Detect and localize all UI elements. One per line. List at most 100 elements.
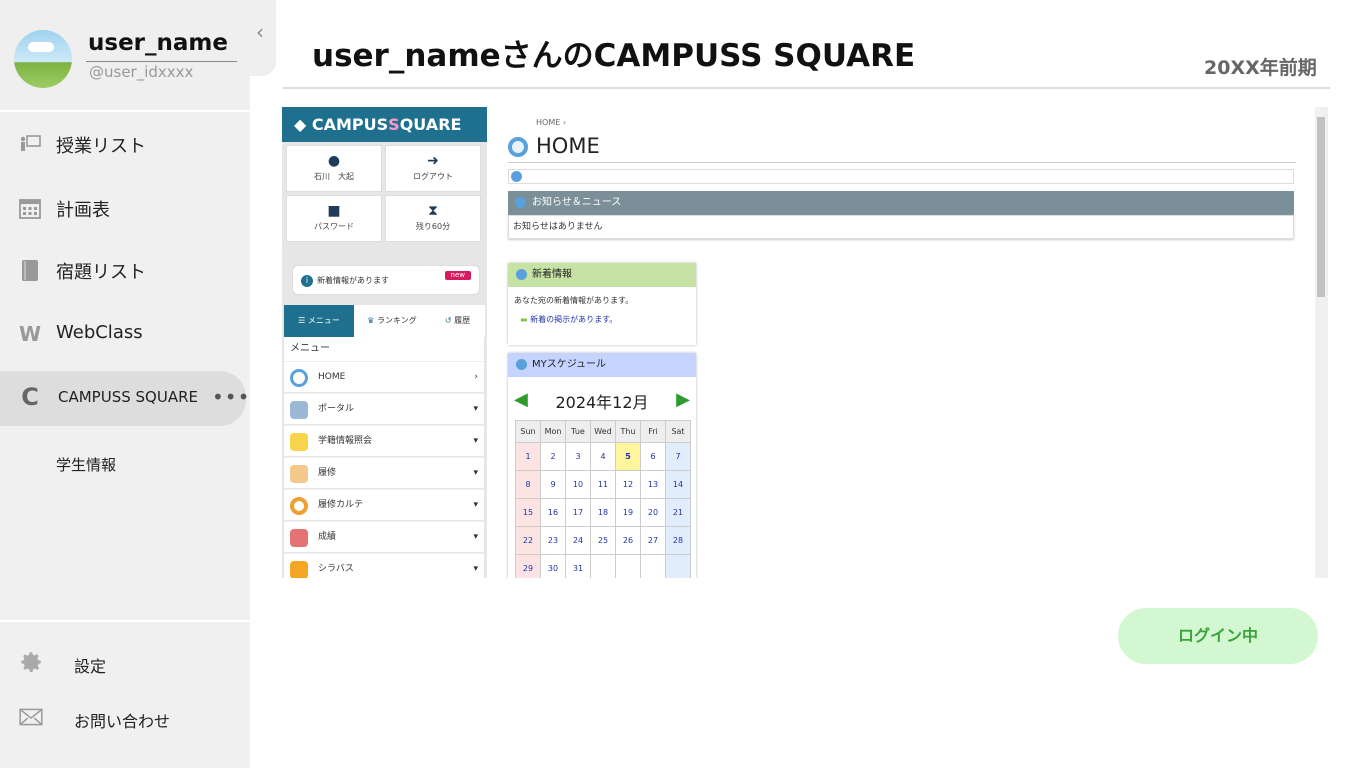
sidebar-item-contact[interactable]: お問い合わせ: [0, 698, 250, 738]
calendar-day[interactable]: 20: [640, 498, 666, 527]
calendar-day-header: Wed: [590, 420, 616, 443]
title-divider: [283, 87, 1330, 89]
calendar-day: [665, 554, 691, 578]
cs-logout-tile[interactable]: ➜ ログアウト: [385, 145, 481, 192]
info-icon: [515, 197, 526, 208]
calendar-day[interactable]: 29: [515, 554, 541, 578]
cs-tile-label: ログアウト: [413, 172, 453, 181]
calendar-day: [615, 554, 641, 578]
cs-user-tile[interactable]: ● 石川 大起: [286, 145, 382, 192]
calendar-day[interactable]: 9: [540, 470, 566, 499]
more-options-icon[interactable]: •••: [212, 385, 250, 409]
sidebar-item-webclass[interactable]: W WebClass: [0, 310, 250, 358]
sidebar-item-homework[interactable]: 宿題リスト: [0, 246, 250, 294]
arrow-right-icon[interactable]: ▶: [676, 389, 690, 410]
calendar-day[interactable]: 11: [590, 470, 616, 499]
calendar-day[interactable]: 13: [640, 470, 666, 499]
tab-ranking[interactable]: ♛ ランキング: [354, 305, 430, 337]
cs-schedule-header: MYスケジュール: [508, 353, 696, 377]
cs-menu-item-student-record[interactable]: 学籍情報照会 ▾: [284, 425, 484, 456]
calendar-day[interactable]: 26: [615, 526, 641, 555]
cs-timer-tile[interactable]: ⧗ 残り60分: [385, 195, 481, 242]
lock-icon: ■: [327, 203, 341, 219]
calendar-day: [640, 554, 666, 578]
calendar-day[interactable]: 1: [515, 442, 541, 471]
calendar-day[interactable]: 14: [665, 470, 691, 499]
sidebar-subitem-student-info[interactable]: 学生情報: [56, 454, 116, 475]
cs-new-info-notice[interactable]: i 新着情報があります new: [292, 265, 480, 295]
calendar-header-row: Sun Mon Tue Wed Thu Fri Sat: [515, 420, 691, 443]
calendar-month: 2024年12月: [555, 393, 649, 412]
calendar-day[interactable]: 12: [615, 470, 641, 499]
calendar-week-row: 15 16 17 18 19 20 21: [515, 498, 691, 527]
login-status-button[interactable]: ログイン中: [1118, 608, 1318, 664]
cs-menu-item-syllabus[interactable]: シラバス ▾: [284, 553, 484, 578]
calendar-week-row: 22 23 24 25 26 27 28: [515, 526, 691, 555]
sidebar-item-class-list[interactable]: 授業リスト: [0, 120, 250, 168]
user-profile[interactable]: user_name @user_idxxxx: [0, 0, 248, 110]
cs-box-title: MYスケジュール: [532, 359, 607, 370]
tab-menu[interactable]: ☰ メニュー: [284, 305, 354, 337]
tab-label: ランキング: [376, 316, 417, 325]
cs-logo[interactable]: ◆ CAMPUSSQUARE: [282, 107, 487, 142]
cs-notice-text: 新着情報があります: [317, 276, 389, 285]
calendar-day-today[interactable]: 5: [615, 442, 641, 471]
calendar-day[interactable]: 27: [640, 526, 666, 555]
calendar-day[interactable]: 15: [515, 498, 541, 527]
collapse-sidebar-button[interactable]: ‹: [248, 0, 276, 76]
calendar-day-header: Tue: [565, 420, 591, 443]
calendar-day[interactable]: 24: [565, 526, 591, 555]
user-divider: [86, 61, 237, 62]
calendar-day[interactable]: 23: [540, 526, 566, 555]
scroll-thumb[interactable]: [1317, 117, 1325, 297]
calendar-day[interactable]: 17: [565, 498, 591, 527]
calendar-day[interactable]: 10: [565, 470, 591, 499]
home-icon: [508, 137, 528, 157]
tab-label: メニュー: [307, 316, 340, 325]
calendar-day[interactable]: 2: [540, 442, 566, 471]
calendar-day-header: Fri: [640, 420, 666, 443]
calendar-day[interactable]: 7: [665, 442, 691, 471]
sidebar-item-settings[interactable]: 設定: [0, 643, 250, 683]
calendar-day[interactable]: 16: [540, 498, 566, 527]
donut-chart-icon: [290, 497, 308, 515]
calendar-day[interactable]: 6: [640, 442, 666, 471]
calendar-day: [590, 554, 616, 578]
calendar-day[interactable]: 28: [665, 526, 691, 555]
building-icon: [290, 401, 308, 419]
cs-new-info-header: 新着情報: [508, 263, 696, 287]
calendar-day[interactable]: 30: [540, 554, 566, 578]
calendar-day[interactable]: 22: [515, 526, 541, 555]
sidebar-item-label: CAMPUSS SQUARE: [58, 388, 198, 406]
cs-info-bar: [508, 169, 1294, 184]
scrollbar[interactable]: [1315, 107, 1327, 578]
cs-menu-heading: メニュー: [284, 337, 484, 361]
chevron-left-icon: ‹: [256, 20, 264, 44]
cs-news-header: お知らせ＆ニュース: [508, 191, 1294, 215]
sidebar-item-plan[interactable]: 計画表: [0, 184, 250, 232]
cs-menu-item-karte[interactable]: 履修カルテ ▾: [284, 489, 484, 520]
calendar-day[interactable]: 25: [590, 526, 616, 555]
calendar-day[interactable]: 31: [565, 554, 591, 578]
calendar-day[interactable]: 3: [565, 442, 591, 471]
user-name: user_name: [88, 30, 228, 56]
calendar-day[interactable]: 4: [590, 442, 616, 471]
calendar-day[interactable]: 8: [515, 470, 541, 499]
cs-logo-highlight: S: [388, 115, 400, 134]
student-icon: [290, 433, 308, 451]
cs-menu-item-grades[interactable]: 成績 ▾: [284, 521, 484, 552]
calendar-day[interactable]: 21: [665, 498, 691, 527]
breadcrumb[interactable]: HOME ›: [536, 118, 566, 127]
tab-history[interactable]: ↺ 履歴: [430, 305, 485, 337]
calendar-day[interactable]: 18: [590, 498, 616, 527]
cs-new-info-link[interactable]: ▬ 新着の掲示があります。: [508, 306, 696, 325]
cs-password-tile[interactable]: ■ パスワード: [286, 195, 382, 242]
cs-menu-item-registration[interactable]: 履修 ▾: [284, 457, 484, 488]
cs-menu-label: ポータル: [318, 404, 355, 414]
chevron-down-icon: ▾: [473, 436, 478, 446]
book-icon: [18, 258, 42, 282]
cs-menu-item-portal[interactable]: ポータル ▾: [284, 393, 484, 424]
calendar-day[interactable]: 19: [615, 498, 641, 527]
sidebar-item-campuss-square[interactable]: C CAMPUSS SQUARE •••: [0, 371, 249, 426]
cs-menu-item-home[interactable]: HOME ›: [284, 361, 484, 392]
